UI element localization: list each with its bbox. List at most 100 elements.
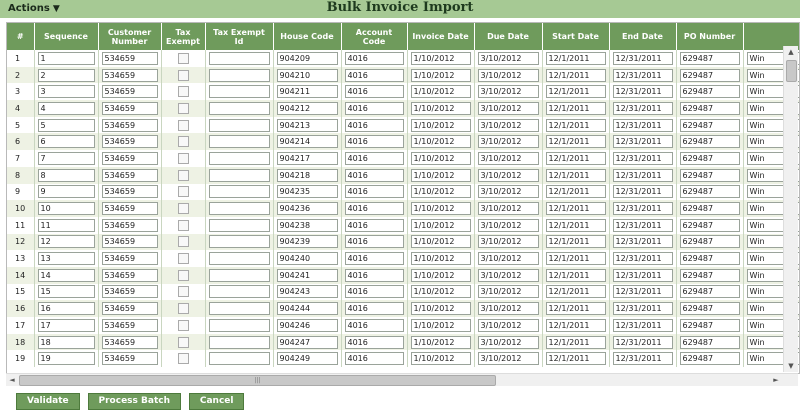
inv-input[interactable]: 1/10/2012 [410,318,471,332]
acct-input[interactable]: 4016 [344,352,404,366]
cust-input[interactable]: 534659 [101,285,158,299]
tax_id-input[interactable] [208,252,270,266]
end-input[interactable]: 12/31/2011 [612,135,673,149]
house-input[interactable]: 904244 [276,302,338,316]
po-input[interactable]: 629487 [679,51,740,65]
seq-input[interactable]: 18 [37,335,95,349]
tax-exempt-checkbox[interactable] [177,253,189,265]
inv-input[interactable]: 1/10/2012 [410,185,471,199]
house-input[interactable]: 904235 [276,185,338,199]
house-input[interactable]: 904236 [276,202,338,216]
vertical-scrollbar[interactable]: ▲ ▼ [783,46,798,372]
po-input[interactable]: 629487 [679,235,740,249]
start-input[interactable]: 12/1/2011 [545,235,606,249]
start-input[interactable]: 12/1/2011 [545,352,606,366]
inv-input[interactable]: 1/10/2012 [410,352,471,366]
end-input[interactable]: 12/31/2011 [612,202,673,216]
start-input[interactable]: 12/1/2011 [545,335,606,349]
validate-button[interactable]: Validate [16,393,80,410]
due-input[interactable]: 3/10/2012 [477,168,539,182]
horizontal-scroll-thumb[interactable]: ||| [19,375,496,386]
cust-input[interactable]: 534659 [101,202,158,216]
po-input[interactable]: 629487 [679,285,740,299]
house-input[interactable]: 904209 [276,51,338,65]
inv-input[interactable]: 1/10/2012 [410,68,471,82]
tax_id-input[interactable] [208,352,270,366]
house-input[interactable]: 904240 [276,252,338,266]
due-input[interactable]: 3/10/2012 [477,252,539,266]
house-input[interactable]: 904246 [276,318,338,332]
tax_id-input[interactable] [208,302,270,316]
seq-input[interactable]: 4 [37,101,95,115]
vertical-scroll-thumb[interactable] [786,60,797,82]
end-input[interactable]: 12/31/2011 [612,268,673,282]
seq-input[interactable]: 12 [37,235,95,249]
end-input[interactable]: 12/31/2011 [612,352,673,366]
acct-input[interactable]: 4016 [344,168,404,182]
start-input[interactable]: 12/1/2011 [545,118,606,132]
start-input[interactable]: 12/1/2011 [545,252,606,266]
end-input[interactable]: 12/31/2011 [612,168,673,182]
due-input[interactable]: 3/10/2012 [477,335,539,349]
due-input[interactable]: 3/10/2012 [477,202,539,216]
end-input[interactable]: 12/31/2011 [612,318,673,332]
start-input[interactable]: 12/1/2011 [545,135,606,149]
seq-input[interactable]: 2 [37,68,95,82]
due-input[interactable]: 3/10/2012 [477,285,539,299]
po-input[interactable]: 629487 [679,252,740,266]
acct-input[interactable]: 4016 [344,101,404,115]
inv-input[interactable]: 1/10/2012 [410,285,471,299]
po-input[interactable]: 629487 [679,218,740,232]
po-input[interactable]: 629487 [679,101,740,115]
due-input[interactable]: 3/10/2012 [477,51,539,65]
seq-input[interactable]: 14 [37,268,95,282]
tax_id-input[interactable] [208,185,270,199]
acct-input[interactable]: 4016 [344,335,404,349]
po-input[interactable]: 629487 [679,168,740,182]
acct-input[interactable]: 4016 [344,235,404,249]
inv-input[interactable]: 1/10/2012 [410,302,471,316]
start-input[interactable]: 12/1/2011 [545,168,606,182]
cust-input[interactable]: 534659 [101,335,158,349]
scroll-right-icon[interactable]: ► [770,374,782,386]
po-input[interactable]: 629487 [679,68,740,82]
inv-input[interactable]: 1/10/2012 [410,85,471,99]
po-input[interactable]: 629487 [679,135,740,149]
cust-input[interactable]: 534659 [101,252,158,266]
tax-exempt-checkbox[interactable] [177,203,189,215]
tax_id-input[interactable] [208,268,270,282]
scroll-down-icon[interactable]: ▼ [784,360,798,372]
cust-input[interactable]: 534659 [101,268,158,282]
po-input[interactable]: 629487 [679,85,740,99]
po-input[interactable]: 629487 [679,118,740,132]
tax_id-input[interactable] [208,51,270,65]
house-input[interactable]: 904210 [276,68,338,82]
acct-input[interactable]: 4016 [344,185,404,199]
tax-exempt-checkbox[interactable] [177,236,189,248]
scroll-up-icon[interactable]: ▲ [784,46,798,58]
due-input[interactable]: 3/10/2012 [477,268,539,282]
start-input[interactable]: 12/1/2011 [545,218,606,232]
house-input[interactable]: 904238 [276,218,338,232]
start-input[interactable]: 12/1/2011 [545,68,606,82]
tax-exempt-checkbox[interactable] [177,136,189,148]
seq-input[interactable]: 3 [37,85,95,99]
end-input[interactable]: 12/31/2011 [612,68,673,82]
cust-input[interactable]: 534659 [101,68,158,82]
inv-input[interactable]: 1/10/2012 [410,335,471,349]
acct-input[interactable]: 4016 [344,285,404,299]
po-input[interactable]: 629487 [679,302,740,316]
tax-exempt-checkbox[interactable] [177,186,189,198]
po-input[interactable]: 629487 [679,151,740,165]
tax-exempt-checkbox[interactable] [177,303,189,315]
house-input[interactable]: 904249 [276,352,338,366]
seq-input[interactable]: 11 [37,218,95,232]
acct-input[interactable]: 4016 [344,218,404,232]
start-input[interactable]: 12/1/2011 [545,285,606,299]
inv-input[interactable]: 1/10/2012 [410,135,471,149]
seq-input[interactable]: 17 [37,318,95,332]
tax_id-input[interactable] [208,135,270,149]
cust-input[interactable]: 534659 [101,85,158,99]
tax_id-input[interactable] [208,85,270,99]
start-input[interactable]: 12/1/2011 [545,51,606,65]
